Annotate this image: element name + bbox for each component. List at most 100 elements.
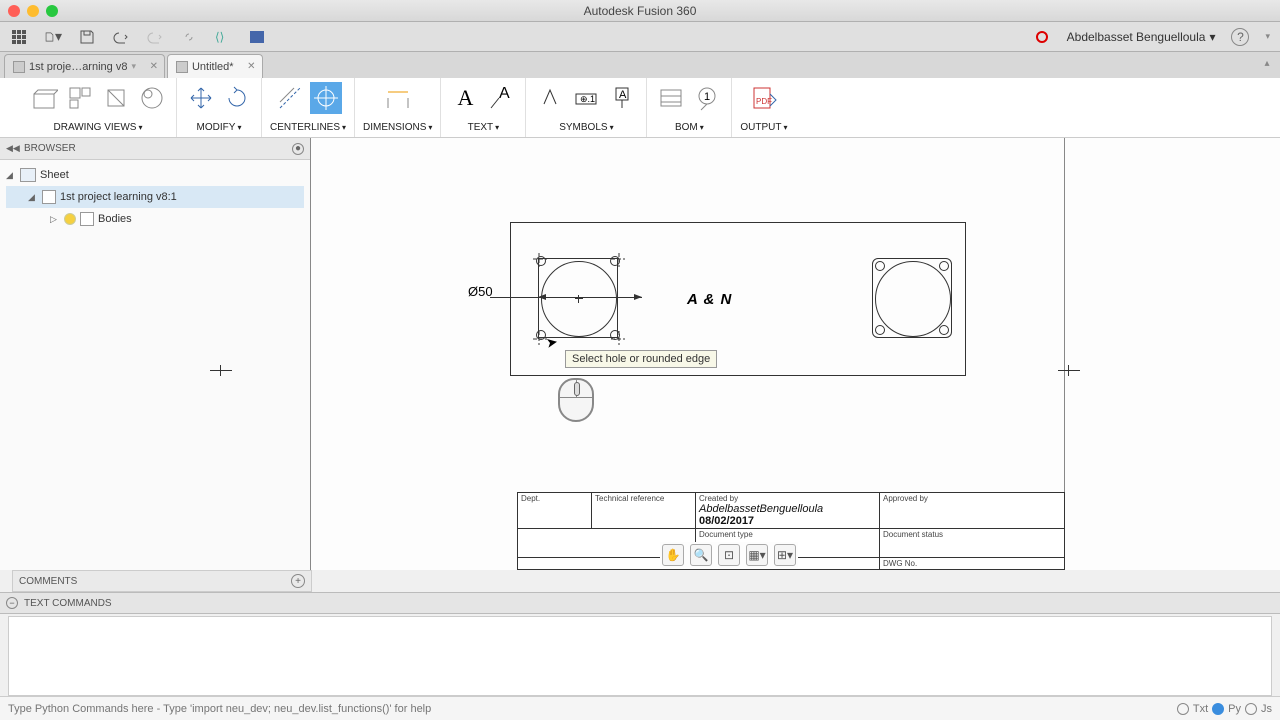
ribbon-group-centerlines: CENTERLINES <box>262 78 355 137</box>
tree-label: 1st project learning v8:1 <box>60 191 177 203</box>
leader-text-icon[interactable]: A <box>485 82 517 114</box>
expand-icon[interactable]: ▷ <box>50 214 60 225</box>
drawing-part-left[interactable] <box>538 258 618 338</box>
collapse-browser-icon[interactable]: ◀◀ <box>6 143 18 155</box>
ribbon-group-bom: 1 BOM <box>647 78 732 137</box>
collapse-tabs-icon[interactable]: ▴ <box>1258 54 1276 72</box>
browser-settings-icon[interactable]: ● <box>292 143 304 155</box>
script-icon[interactable]: ⟨⟩ <box>214 28 232 46</box>
ribbon-group-text: A A TEXT <box>441 78 526 137</box>
tab-dropdown-icon[interactable]: ▾ <box>131 61 136 72</box>
svg-text:A: A <box>499 85 510 102</box>
help-icon[interactable]: ? <box>1231 28 1249 46</box>
text-icon[interactable]: A <box>449 82 481 114</box>
drawing-canvas[interactable]: Ø50 A & N ➤ Select hole or rounded edge … <box>310 138 1280 570</box>
tooltip: Select hole or rounded edge <box>565 350 717 368</box>
link-icon[interactable] <box>180 28 198 46</box>
tb-date-value: 08/02/2017 <box>699 515 754 527</box>
output-pdf-icon[interactable]: PDF <box>748 82 780 114</box>
ribbon-label[interactable]: BOM <box>675 122 704 133</box>
display-settings-icon[interactable]: ▦▾ <box>746 544 768 566</box>
centerline-icon[interactable] <box>274 82 306 114</box>
text-commands-header[interactable]: − TEXT COMMANDS <box>0 592 1280 614</box>
add-comment-icon[interactable]: + <box>291 574 305 588</box>
close-tab-icon[interactable]: ✕ <box>150 61 158 72</box>
app-title: Autodesk Fusion 360 <box>8 4 1272 18</box>
doc-icon <box>176 61 188 73</box>
base-view-icon[interactable] <box>28 82 60 114</box>
sheet-icon <box>20 168 36 182</box>
ribbon-group-drawing-views: DRAWING VIEWS <box>20 78 177 137</box>
tree-item-bodies[interactable]: ▷ Bodies <box>6 208 304 230</box>
svg-text:⊕.1: ⊕.1 <box>580 94 595 104</box>
file-menu-icon[interactable]: ▾ <box>44 28 62 46</box>
text-commands-output[interactable] <box>8 616 1272 696</box>
close-tab-icon[interactable]: ✕ <box>247 61 255 72</box>
dimension-icon[interactable] <box>382 82 414 114</box>
quick-access-toolbar: ▾ ⟨⟩ Abdelbasset Benguelloula ▾ ?▾ <box>0 22 1280 52</box>
move-icon[interactable] <box>185 82 217 114</box>
tree-item-sheet[interactable]: ◢ Sheet <box>6 164 304 186</box>
center-mark-icon[interactable] <box>310 82 342 114</box>
ribbon-group-output: PDF OUTPUT <box>732 78 795 137</box>
svg-text:1: 1 <box>704 91 710 103</box>
comments-label: COMMENTS <box>19 576 77 587</box>
expand-icon[interactable]: ◢ <box>6 170 16 181</box>
drawing-part-right[interactable] <box>872 258 952 338</box>
save-icon[interactable] <box>78 28 96 46</box>
projected-view-icon[interactable] <box>64 82 96 114</box>
ribbon-label[interactable]: MODIFY <box>197 122 242 133</box>
data-panel-icon[interactable] <box>10 28 28 46</box>
lang-py-radio[interactable] <box>1212 703 1224 715</box>
document-tab[interactable]: 1st proje…arning v8 ▾ ✕ <box>4 54 165 78</box>
detail-view-icon[interactable] <box>136 82 168 114</box>
visibility-icon[interactable] <box>64 213 76 225</box>
ribbon-label[interactable]: CENTERLINES <box>270 122 346 133</box>
collapse-textcmd-icon[interactable]: − <box>6 597 18 609</box>
maximize-window-button[interactable] <box>46 5 58 17</box>
tb-createdby-label: Created by <box>699 494 876 503</box>
user-menu[interactable]: Abdelbasset Benguelloula ▾ <box>1067 30 1216 44</box>
expand-icon[interactable]: ◢ <box>28 192 38 203</box>
rotate-icon[interactable] <box>221 82 253 114</box>
surface-texture-icon[interactable] <box>534 82 566 114</box>
grid-settings-icon[interactable]: ⊞▾ <box>774 544 796 566</box>
annotation-label[interactable]: A & N <box>687 291 732 308</box>
redo-icon[interactable] <box>146 28 164 46</box>
document-tabs: 1st proje…arning v8 ▾ ✕ Untitled* ✕ ▴ <box>0 52 1280 78</box>
tree-label: Bodies <box>98 213 132 225</box>
section-view-icon[interactable] <box>100 82 132 114</box>
comments-panel-header[interactable]: COMMENTS + <box>12 570 312 592</box>
svg-text:PDF: PDF <box>756 97 772 106</box>
record-icon[interactable] <box>1033 28 1051 46</box>
ribbon-group-symbols: ⊕.1 A SYMBOLS <box>526 78 647 137</box>
tree-item-project[interactable]: ◢ 1st project learning v8:1 <box>6 186 304 208</box>
minimize-window-button[interactable] <box>27 5 39 17</box>
zoom-window-icon[interactable]: ⊡ <box>718 544 740 566</box>
undo-icon[interactable] <box>112 28 130 46</box>
datum-icon[interactable]: A <box>606 82 638 114</box>
ribbon-group-dimensions: DIMENSIONS <box>355 78 441 137</box>
ribbon-group-modify: MODIFY <box>177 78 262 137</box>
pan-icon[interactable]: ✋ <box>662 544 684 566</box>
addins-icon[interactable] <box>248 28 266 46</box>
ribbon-label[interactable]: TEXT <box>468 122 500 133</box>
table-icon[interactable] <box>655 82 687 114</box>
feature-control-frame-icon[interactable]: ⊕.1 <box>570 82 602 114</box>
zoom-icon[interactable]: 🔍 <box>690 544 712 566</box>
balloon-icon[interactable]: 1 <box>691 82 723 114</box>
lang-txt-radio[interactable] <box>1177 703 1189 715</box>
ribbon-label[interactable]: DRAWING VIEWS <box>54 122 143 133</box>
ribbon-label[interactable]: SYMBOLS <box>559 122 613 133</box>
ribbon-toolbar: DRAWING VIEWS MODIFY CENTERLINES DIMENSI… <box>0 78 1280 138</box>
command-input[interactable] <box>8 703 1177 715</box>
ribbon-label[interactable]: OUTPUT <box>740 122 787 133</box>
document-tab[interactable]: Untitled* ✕ <box>167 54 263 78</box>
tb-dwgno-label: DWG No. <box>883 559 1061 568</box>
ribbon-label[interactable]: DIMENSIONS <box>363 122 432 133</box>
browser-header: ◀◀ BROWSER ● <box>0 138 310 160</box>
textcmd-label: TEXT COMMANDS <box>24 598 112 609</box>
close-window-button[interactable] <box>8 5 20 17</box>
tb-techref-label: Technical reference <box>595 494 692 503</box>
lang-js-radio[interactable] <box>1245 703 1257 715</box>
